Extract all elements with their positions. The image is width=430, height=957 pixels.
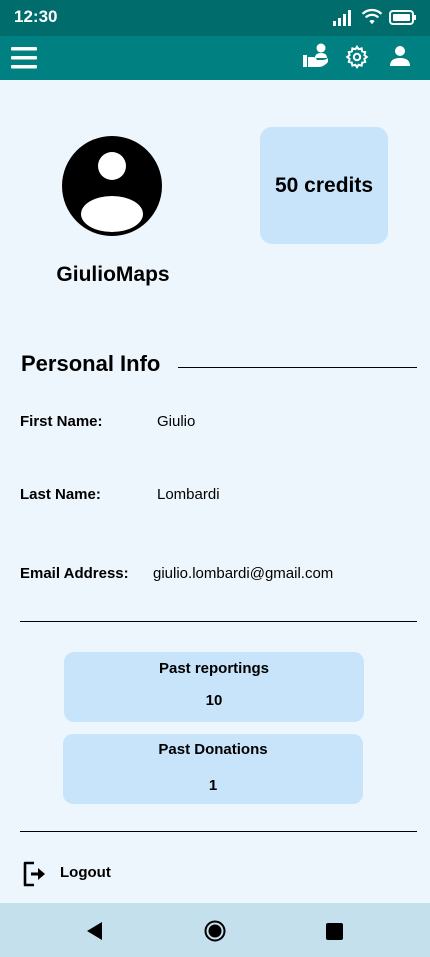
section-divider [178, 367, 417, 368]
credits-badge: 50 credits [260, 127, 388, 244]
first-name-label: First Name: [20, 413, 103, 430]
logout-icon[interactable] [22, 861, 48, 887]
hand-heart-person-icon[interactable] [302, 42, 330, 70]
past-reportings-value: 10 [205, 692, 223, 709]
last-name-value: Lombardi [157, 486, 220, 503]
past-donations-label: Past Donations [158, 741, 268, 758]
status-time: 12:30 [14, 7, 58, 26]
logout-button[interactable]: Logout [60, 864, 111, 881]
divider [20, 831, 417, 832]
home-icon[interactable] [204, 920, 226, 942]
user-circle-icon [62, 136, 162, 236]
past-donations-value: 1 [208, 777, 218, 794]
email-value: giulio.lombardi@gmail.com [153, 565, 334, 582]
email-label: Email Address: [20, 565, 129, 582]
hamburger-menu-icon[interactable] [11, 47, 37, 69]
recents-icon[interactable] [326, 923, 343, 940]
battery-icon [389, 10, 416, 25]
credits-label: 50 credits [274, 173, 374, 197]
last-name-label: Last Name: [20, 486, 101, 503]
top-app-bar [0, 36, 430, 80]
first-name-value: Giulio [157, 413, 196, 430]
username: GiulioMaps [56, 263, 170, 286]
back-icon[interactable] [87, 922, 103, 940]
signal-icon [333, 10, 351, 26]
wifi-icon [361, 8, 383, 25]
system-nav-bar [0, 903, 430, 957]
status-bar: 12:30 [0, 0, 430, 36]
past-reportings-card[interactable]: Past reportings 10 [64, 652, 364, 722]
section-title-personal-info: Personal Info [21, 351, 161, 376]
divider [20, 621, 417, 622]
past-reportings-label: Past reportings [158, 660, 270, 677]
past-donations-card[interactable]: Past Donations 1 [63, 734, 363, 804]
gear-icon[interactable] [345, 45, 369, 69]
person-icon[interactable] [389, 45, 411, 67]
